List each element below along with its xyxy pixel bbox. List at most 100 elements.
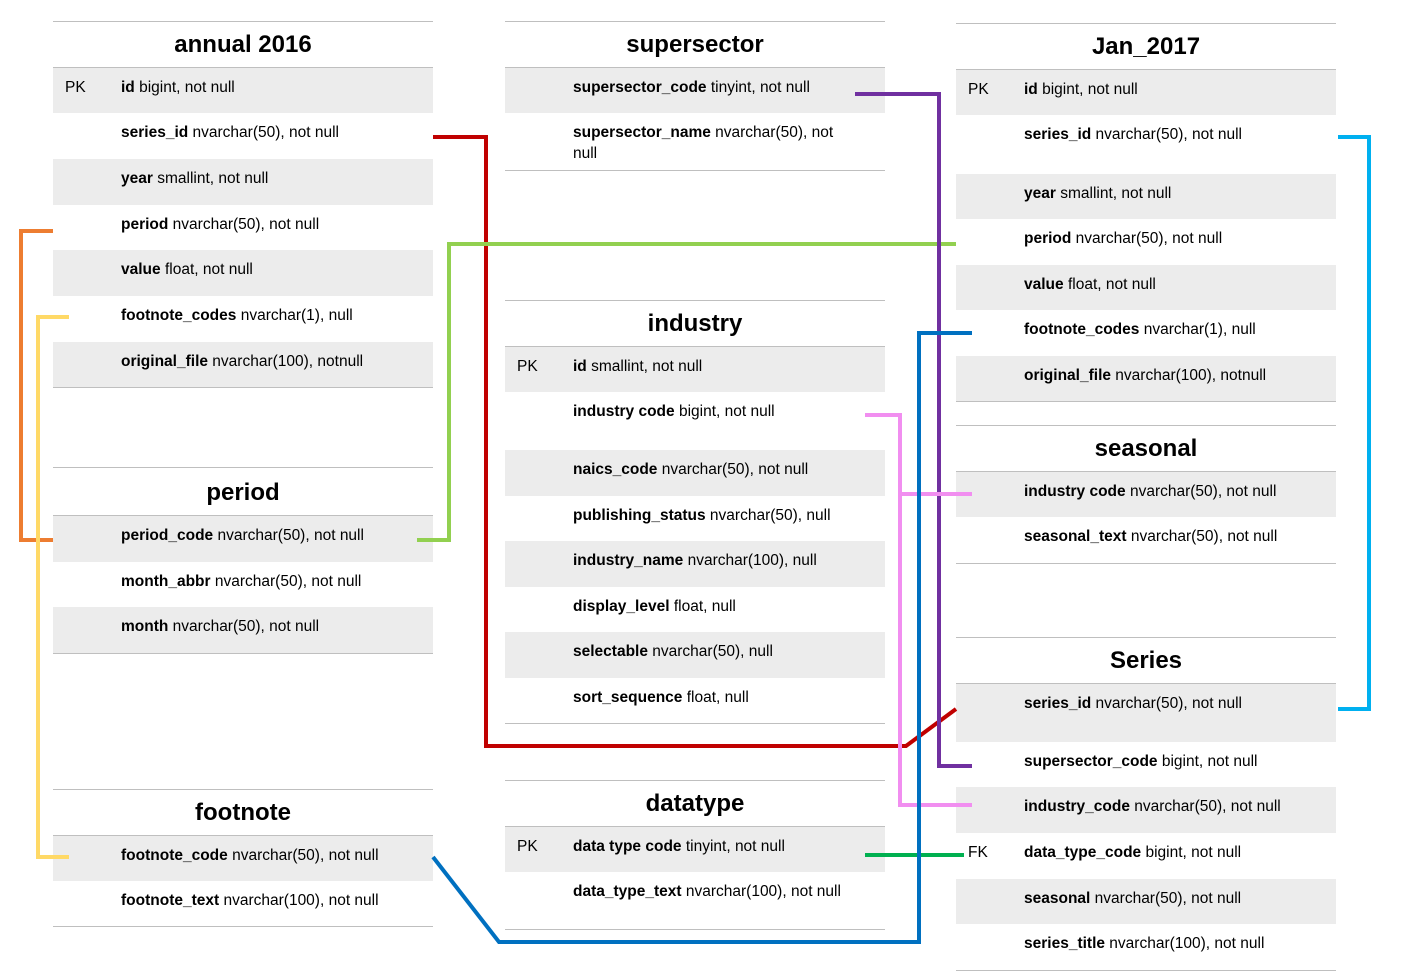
field-type: nvarchar(100), null	[683, 552, 817, 569]
field-row[interactable]: industry_name nvarchar(100), null	[505, 541, 885, 587]
field-row[interactable]: industry_code nvarchar(50), not null	[956, 787, 1336, 833]
field-name: footnote_codes	[1024, 321, 1140, 338]
table-title: supersector	[505, 22, 885, 68]
field-type: nvarchar(50), not null	[227, 847, 379, 864]
primary-key-label: PK	[517, 838, 538, 855]
field-name: naics_code	[573, 461, 658, 478]
field-row[interactable]: period_code nvarchar(50), not null	[53, 516, 433, 562]
field-row[interactable]: naics_code nvarchar(50), not null	[505, 450, 885, 496]
field-name: id	[573, 358, 587, 375]
field-row[interactable]: series_id nvarchar(50), not null	[956, 684, 1336, 742]
field-row[interactable]: value float, not null	[53, 250, 433, 296]
field-type: nvarchar(50), null	[647, 643, 773, 660]
table-period[interactable]: period period_code nvarchar(50), not nul…	[53, 467, 433, 654]
table-title: annual 2016	[53, 22, 433, 68]
field-row[interactable]: original_file nvarchar(100), notnull	[956, 356, 1336, 401]
field-name: footnote_text	[121, 892, 220, 909]
field-type: bigint, not null	[1037, 81, 1138, 98]
field-type: nvarchar(50), not null	[1126, 528, 1278, 545]
primary-key-label: PK	[65, 79, 86, 96]
table-title: period	[53, 468, 433, 516]
field-row[interactable]: data_type_text nvarchar(100), not null	[505, 872, 885, 929]
field-row[interactable]: PK id bigint, not null	[956, 70, 1336, 115]
field-row[interactable]: seasonal nvarchar(50), not null	[956, 879, 1336, 924]
field-row[interactable]: month nvarchar(50), not null	[53, 607, 433, 653]
field-name: seasonal	[1024, 890, 1091, 907]
field-row[interactable]: supersector_name nvarchar(50), not null	[505, 113, 885, 170]
field-row[interactable]: PK id smallint, not null	[505, 347, 885, 392]
field-type: smallint, not null	[1055, 185, 1172, 202]
table-bottom-border	[53, 926, 433, 927]
field-row[interactable]: supersector_code tinyint, not null	[505, 68, 885, 113]
field-row[interactable]: footnote_code nvarchar(50), not null	[53, 836, 433, 881]
table-footnote[interactable]: footnote footnote_code nvarchar(50), not…	[53, 789, 433, 927]
field-row[interactable]: FK data_type_code bigint, not null	[956, 833, 1336, 879]
table-series[interactable]: Series series_id nvarchar(50), not null …	[956, 637, 1336, 971]
field-row[interactable]: year smallint, not null	[53, 159, 433, 205]
field-type: nvarchar(50), not null	[210, 573, 362, 590]
field-name: footnote_code	[121, 847, 228, 864]
field-type: float, not null	[160, 261, 253, 278]
field-type: nvarchar(50), not null	[188, 124, 339, 141]
field-row[interactable]: seasonal_text nvarchar(50), not null	[956, 517, 1336, 563]
connector-annual-period-to-period-code	[19, 229, 53, 542]
field-name: value	[121, 261, 161, 278]
field-type: nvarchar(100), not null	[681, 883, 841, 900]
field-row[interactable]: publishing_status nvarchar(50), null	[505, 496, 885, 541]
table-title: Series	[956, 638, 1336, 684]
field-name: month_abbr	[121, 573, 211, 590]
field-row[interactable]: month_abbr nvarchar(50), not null	[53, 562, 433, 607]
field-name: period	[1024, 230, 1072, 247]
field-row[interactable]: selectable nvarchar(50), null	[505, 632, 885, 678]
field-name: industry code	[1024, 483, 1126, 500]
field-row[interactable]: value float, not null	[956, 265, 1336, 310]
field-name: supersector_code	[1024, 753, 1158, 770]
connector-jan-series-id-to-series	[1338, 135, 1371, 711]
table-jan-2017[interactable]: Jan_2017 PK id bigint, not null series_i…	[956, 23, 1336, 402]
field-row[interactable]: series_id nvarchar(50), not null	[53, 113, 433, 159]
field-name: period_code	[121, 527, 214, 544]
field-type: nvarchar(50), not null	[1071, 230, 1223, 247]
field-row[interactable]: sort_sequence float, null	[505, 678, 885, 723]
table-bottom-border	[505, 170, 885, 171]
field-name: period	[121, 216, 169, 233]
field-name: series_title	[1024, 935, 1105, 952]
field-row[interactable]: supersector_code bigint, not null	[956, 742, 1336, 787]
field-type: nvarchar(50), not null	[213, 527, 364, 544]
field-row[interactable]: display_level float, null	[505, 587, 885, 632]
field-name: selectable	[573, 643, 648, 660]
field-row[interactable]: footnote_codes nvarchar(1), null	[956, 310, 1336, 356]
table-seasonal[interactable]: seasonal industry code nvarchar(50), not…	[956, 425, 1336, 564]
field-name: data type code	[573, 838, 682, 855]
table-bottom-border	[53, 387, 433, 388]
field-type: nvarchar(50), not null	[168, 216, 320, 233]
field-row[interactable]: series_id nvarchar(50), not null	[956, 115, 1336, 174]
field-row[interactable]: industry code nvarchar(50), not null	[956, 472, 1336, 517]
table-annual-2016[interactable]: annual 2016 PK id bigint, not null serie…	[53, 21, 433, 388]
table-bottom-border	[956, 563, 1336, 564]
field-row[interactable]: footnote_codes nvarchar(1), null	[53, 296, 433, 342]
table-supersector[interactable]: supersector supersector_code tinyint, no…	[505, 21, 885, 171]
field-row[interactable]: series_title nvarchar(100), not null	[956, 924, 1336, 970]
field-row[interactable]: PK data type code tinyint, not null	[505, 827, 885, 872]
table-bottom-border	[956, 970, 1336, 971]
field-row[interactable]: year smallint, not null	[956, 174, 1336, 219]
field-name: year	[1024, 185, 1056, 202]
primary-key-label: PK	[517, 358, 538, 375]
field-name: series_id	[1024, 126, 1092, 143]
field-row[interactable]: footnote_text nvarchar(100), not null	[53, 881, 433, 926]
field-row[interactable]: original_file nvarchar(100), notnull	[53, 342, 433, 387]
field-name: footnote_codes	[121, 307, 237, 324]
field-row[interactable]: period nvarchar(50), not null	[53, 205, 433, 250]
table-title: footnote	[53, 790, 433, 836]
field-row[interactable]: industry code bigint, not null	[505, 392, 885, 450]
field-row[interactable]: PK id bigint, not null	[53, 68, 433, 113]
field-name: industry code	[573, 403, 675, 420]
table-title: Jan_2017	[956, 24, 1336, 70]
field-type: bigint, not null	[1141, 844, 1242, 861]
table-industry[interactable]: industry PK id smallint, not null indust…	[505, 300, 885, 724]
field-row[interactable]: period nvarchar(50), not null	[956, 219, 1336, 265]
primary-key-label: PK	[968, 81, 989, 98]
field-type: nvarchar(100), not null	[219, 892, 379, 909]
table-datatype[interactable]: datatype PK data type code tinyint, not …	[505, 780, 885, 930]
